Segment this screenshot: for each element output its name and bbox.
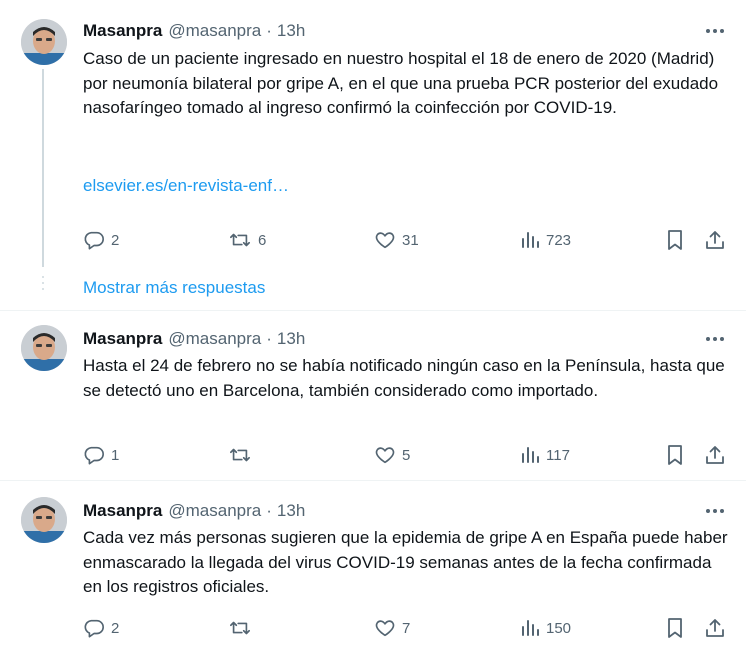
like-button[interactable]: 7 <box>374 616 410 640</box>
tweet-text: Hasta el 24 de febrero no se había notif… <box>83 356 725 400</box>
like-icon <box>375 232 395 249</box>
author-name[interactable]: Masanpra <box>83 501 162 521</box>
reply-count: 2 <box>111 619 120 637</box>
more-icon[interactable] <box>704 500 726 522</box>
avatar[interactable] <box>21 325 67 371</box>
bookmark-button[interactable] <box>665 443 685 467</box>
views-count: 117 <box>546 446 570 464</box>
share-button[interactable] <box>704 228 726 252</box>
author-name[interactable]: Masanpra <box>83 329 162 349</box>
tweet-text: Cada vez más personas sugieren que la ep… <box>83 528 728 596</box>
share-button[interactable] <box>704 443 726 467</box>
tweet[interactable]: Masanpra @masanpra · 13h Caso de un paci… <box>0 0 746 270</box>
bookmark-button[interactable] <box>665 616 685 640</box>
bookmark-icon <box>668 618 682 638</box>
author-handle[interactable]: @masanpra <box>168 21 261 41</box>
reply-count: 1 <box>111 446 120 464</box>
views-icon <box>522 232 539 248</box>
like-count: 31 <box>402 231 419 249</box>
retweet-icon <box>230 233 250 247</box>
more-icon[interactable] <box>704 328 726 350</box>
avatar[interactable] <box>21 19 67 65</box>
reply-button[interactable]: 2 <box>83 228 119 252</box>
retweet-icon <box>230 621 250 635</box>
share-button[interactable] <box>704 616 726 640</box>
separator-dot: · <box>266 329 272 348</box>
reply-icon <box>84 231 104 250</box>
views-button[interactable]: 723 <box>520 228 571 252</box>
tweet[interactable]: Masanpra @masanpra · 13h Cada vez más pe… <box>0 480 746 664</box>
retweet-count: 6 <box>258 231 267 249</box>
like-button[interactable]: 31 <box>374 228 419 252</box>
reply-button[interactable]: 1 <box>83 443 119 467</box>
timestamp[interactable]: 13h <box>277 329 305 349</box>
show-more-replies-link[interactable]: Mostrar más respuestas <box>83 278 265 298</box>
like-button[interactable]: 5 <box>374 443 410 467</box>
views-button[interactable]: 117 <box>520 443 570 467</box>
separator-dot: · <box>266 21 272 40</box>
avatar[interactable] <box>21 497 67 543</box>
share-icon <box>706 446 724 464</box>
views-button[interactable]: 150 <box>520 616 571 640</box>
retweet-button[interactable] <box>228 443 258 467</box>
timestamp[interactable]: 13h <box>277 21 305 41</box>
tweet-text: Caso de un paciente ingresado en nuestro… <box>83 49 719 117</box>
views-count: 723 <box>546 231 572 249</box>
timestamp[interactable]: 13h <box>277 501 305 521</box>
author-name[interactable]: Masanpra <box>83 21 162 41</box>
retweet-button[interactable]: 6 <box>228 228 266 252</box>
reply-icon <box>84 446 104 465</box>
views-icon <box>522 447 539 463</box>
views-count: 150 <box>546 619 572 637</box>
thread-connector <box>42 276 44 294</box>
retweet-button[interactable] <box>228 616 258 640</box>
share-icon <box>706 231 724 249</box>
reply-button[interactable]: 2 <box>83 616 119 640</box>
like-icon <box>375 447 395 464</box>
like-count: 5 <box>402 446 411 464</box>
author-handle[interactable]: @masanpra <box>168 501 261 521</box>
separator-dot: · <box>266 501 272 520</box>
author-handle[interactable]: @masanpra <box>168 329 261 349</box>
tweet-link[interactable]: elsevier.es/en-revista-enf… <box>83 176 289 196</box>
bookmark-icon <box>668 230 682 250</box>
reply-icon <box>84 619 104 638</box>
bookmark-icon <box>668 445 682 465</box>
retweet-icon <box>230 448 250 462</box>
tweet[interactable]: Masanpra @masanpra · 13h Hasta el 24 de … <box>0 310 746 480</box>
bookmark-button[interactable] <box>665 228 685 252</box>
more-icon[interactable] <box>704 20 726 42</box>
views-icon <box>522 620 539 636</box>
like-icon <box>375 620 395 637</box>
share-icon <box>706 619 724 637</box>
like-count: 7 <box>402 619 411 637</box>
reply-count: 2 <box>111 231 120 249</box>
